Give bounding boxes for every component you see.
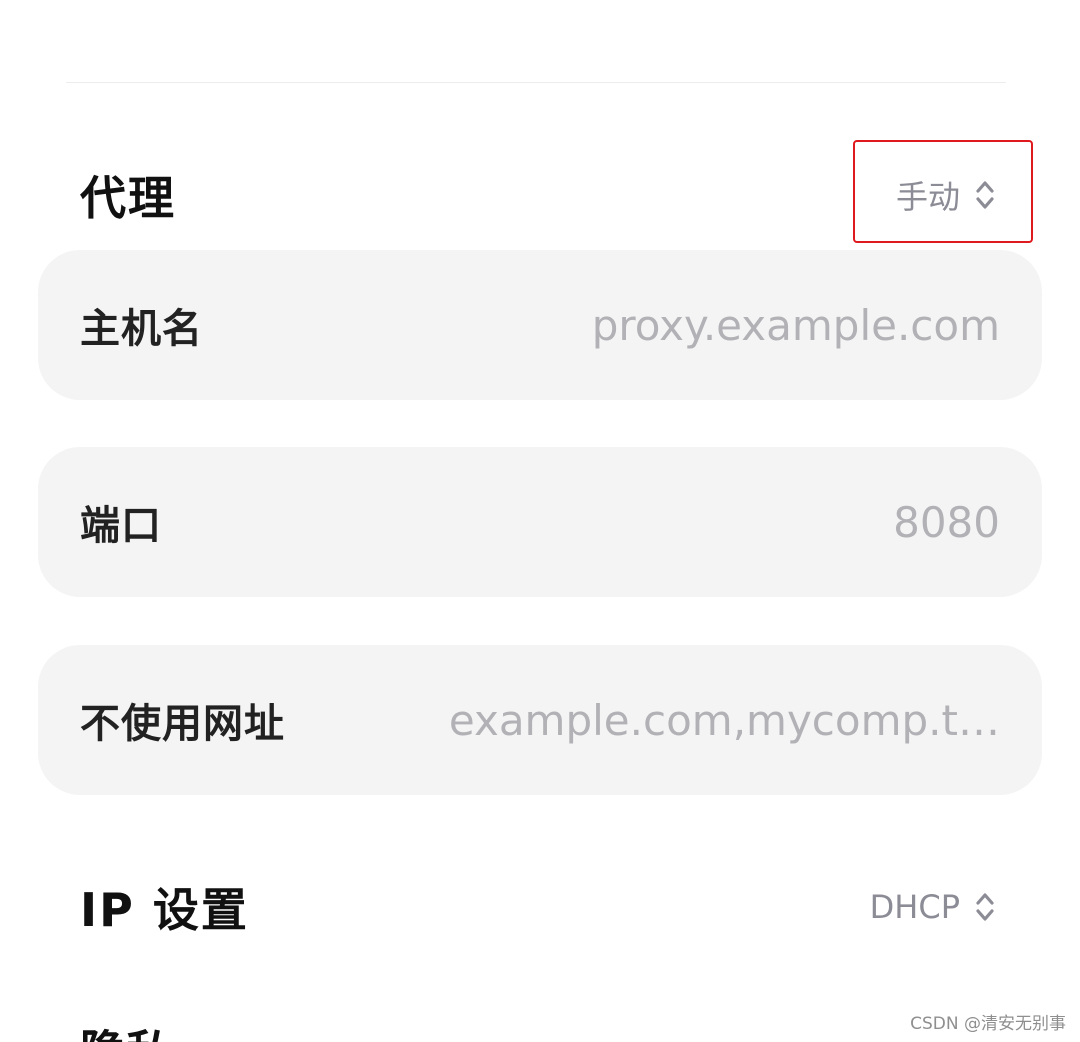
ip-settings-row: IP 设置 DHCP xyxy=(80,862,1000,952)
proxy-row: 代理 手动 xyxy=(80,150,1000,240)
ip-mode-value: DHCP xyxy=(869,888,960,926)
watermark: CSDN @清安无别事 xyxy=(910,1014,1066,1034)
ip-settings-title: IP 设置 xyxy=(80,883,249,937)
hostname-input[interactable] xyxy=(243,300,1000,350)
proxy-mode-value: 手动 xyxy=(895,178,960,216)
bypass-label: 不使用网址 xyxy=(80,701,285,747)
bypass-field[interactable]: 不使用网址 xyxy=(38,645,1042,795)
chevron-up-down-icon xyxy=(976,893,994,921)
proxy-mode-selector[interactable]: 手动 xyxy=(896,172,996,218)
hostname-field[interactable]: 主机名 xyxy=(38,250,1042,400)
proxy-title: 代理 xyxy=(80,171,176,225)
ip-mode-selector[interactable]: DHCP xyxy=(870,888,996,926)
port-label: 端口 xyxy=(80,503,162,549)
top-divider xyxy=(66,82,1006,83)
port-field[interactable]: 端口 xyxy=(38,447,1042,597)
chevron-up-down-icon xyxy=(976,181,994,209)
hostname-label: 主机名 xyxy=(80,306,203,352)
next-section-title: 隐私 xyxy=(80,1022,172,1042)
port-input[interactable] xyxy=(202,497,1000,547)
bypass-input[interactable] xyxy=(325,695,1000,745)
